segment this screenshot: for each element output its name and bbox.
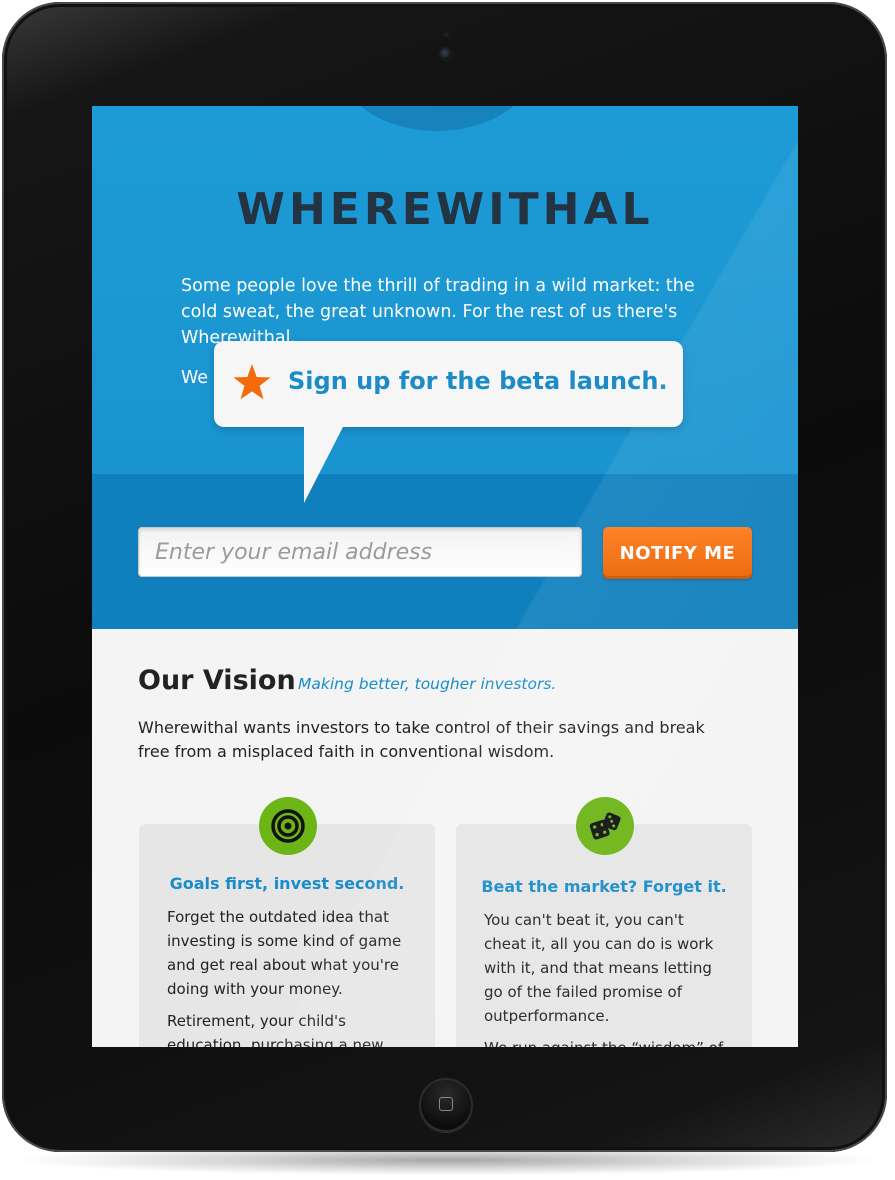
star-icon [233, 364, 271, 400]
section-description: Wherewithal wants investors to take cont… [138, 718, 705, 761]
card-paragraph: We run against the “wisdom” of [484, 1036, 729, 1047]
intro-paragraph: Some people love the thrill of trading i… [181, 276, 695, 348]
dice-icon [576, 797, 634, 855]
screen: WHEREWITHAL Some people love the thrill … [92, 106, 798, 1047]
target-icon [259, 797, 317, 855]
vision-section: Our Vision Making better, tougher invest… [92, 629, 798, 1047]
email-input[interactable] [138, 527, 582, 577]
signup-tooltip: Sign up for the beta launch. [214, 341, 683, 503]
card-paragraph: Retirement, your child's education, purc… [167, 1012, 384, 1047]
proximity-sensor [444, 32, 449, 37]
brand-logo: WHEREWITHAL [236, 184, 654, 235]
hero-decoration [337, 106, 537, 131]
tooltip-tail [304, 425, 344, 503]
tooltip-text: Sign up for the beta launch. [288, 367, 668, 395]
section-tagline: Making better, tougher investors. [298, 675, 557, 693]
card-paragraph: You can't beat it, you can't cheat it, a… [484, 911, 714, 1025]
card-body: You can't beat it, you can't cheat it, a… [484, 908, 729, 1047]
card-title: Beat the market? Forget it. [481, 877, 727, 896]
home-square-icon [439, 1097, 453, 1111]
card-title: Goals first, invest second. [169, 874, 405, 893]
camera-icon [440, 48, 452, 60]
notify-me-button[interactable]: NOTIFY ME [603, 527, 752, 579]
feature-card-market: Beat the market? Forget it. You can't be… [456, 797, 752, 1047]
feature-card-goals: Goals first, invest second. Forget the o… [139, 797, 435, 1047]
card-paragraph: Forget the outdated idea that investing … [167, 908, 402, 998]
card-body: Forget the outdated idea that investing … [167, 905, 412, 1047]
section-title: Our Vision [138, 665, 296, 696]
